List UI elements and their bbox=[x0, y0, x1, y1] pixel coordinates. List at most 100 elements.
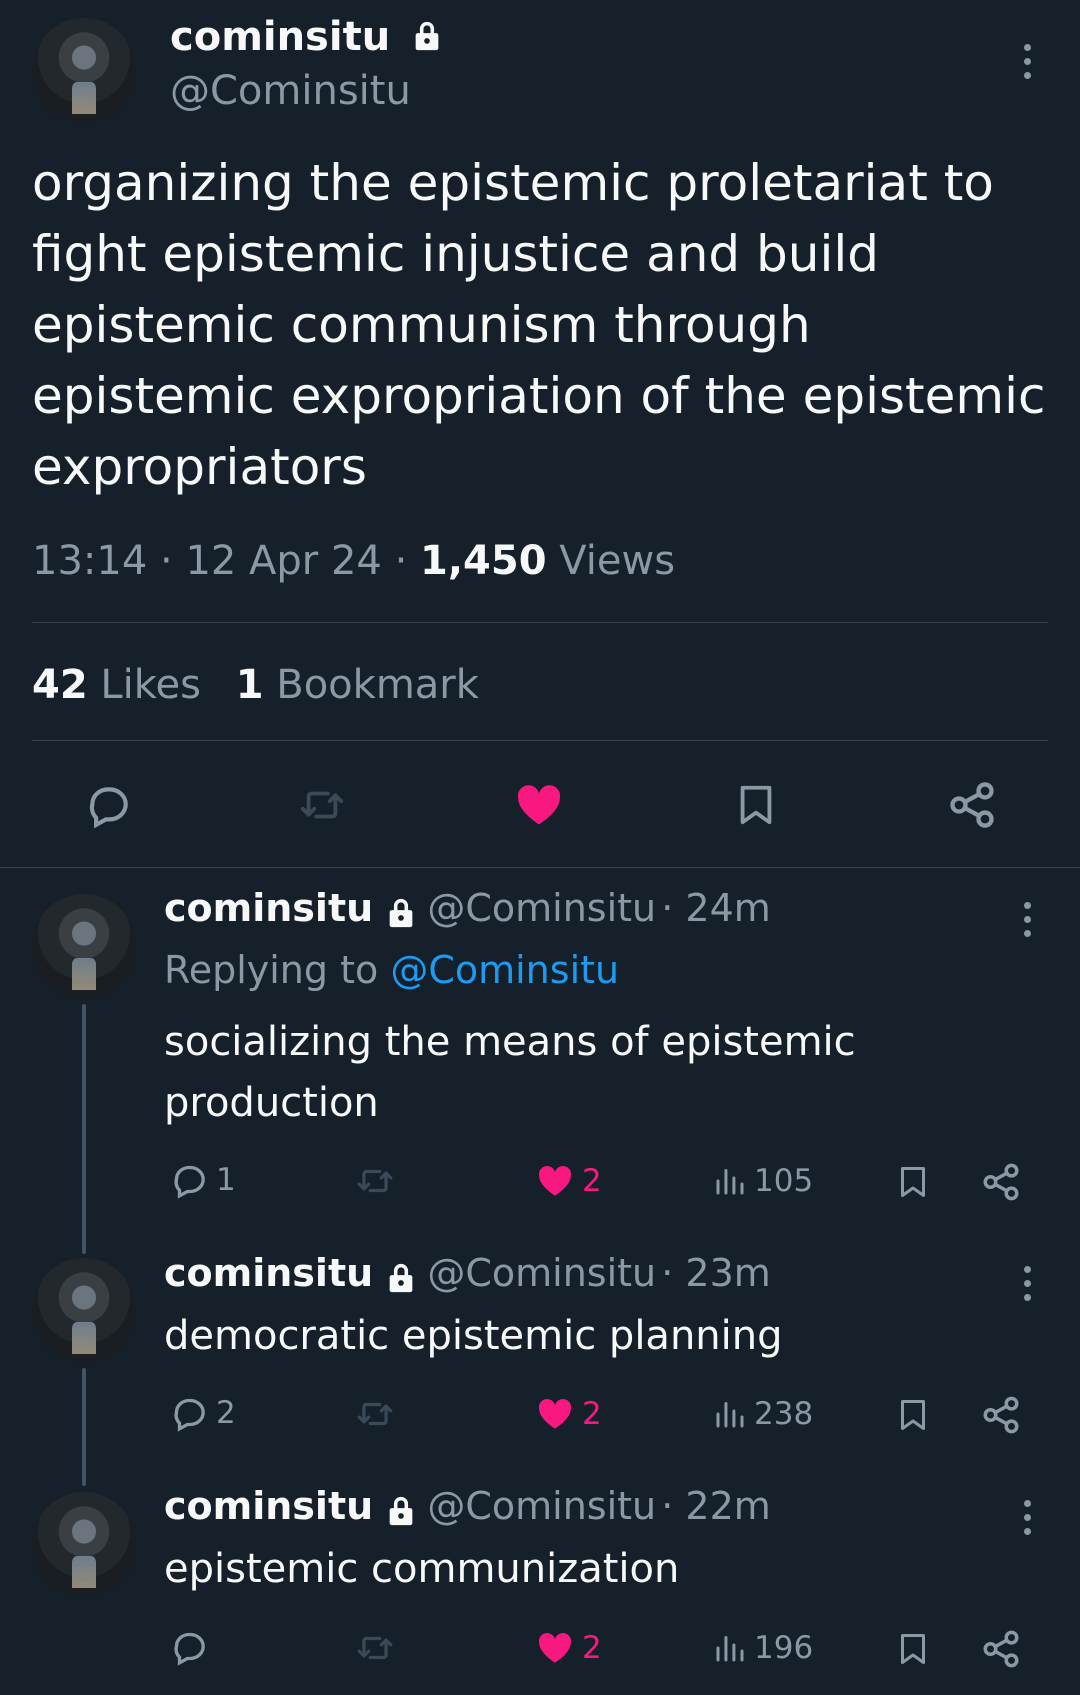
heart-icon bbox=[517, 785, 561, 825]
retweet-button[interactable] bbox=[352, 1629, 398, 1667]
author-handle[interactable]: @Cominsitu bbox=[427, 1484, 656, 1528]
reply-text: socializing the means of epistemic produ… bbox=[164, 1019, 856, 1126]
heart-icon bbox=[538, 1165, 572, 1196]
views-button[interactable]: 105 bbox=[712, 1162, 813, 1200]
replying-to-link[interactable]: @Cominsitu bbox=[390, 948, 619, 992]
bookmarks-stat[interactable]: 1 Bookmark bbox=[236, 662, 479, 708]
replying-to: Replying to @Cominsitu bbox=[164, 948, 619, 992]
views-count: 1,450 bbox=[420, 538, 547, 584]
bookmark-icon bbox=[740, 785, 772, 825]
more-icon[interactable] bbox=[1021, 44, 1033, 79]
retweet-icon bbox=[357, 1169, 393, 1193]
bookmark-button[interactable] bbox=[895, 1627, 931, 1671]
views-icon bbox=[716, 1402, 744, 1428]
lock-icon bbox=[389, 1496, 413, 1525]
like-button[interactable]: 2 bbox=[534, 1629, 602, 1667]
retweet-icon bbox=[300, 791, 344, 819]
like-count: 2 bbox=[582, 1163, 602, 1199]
tweet-meta: 13:14 · 12 Apr 24 · 1,450 Views bbox=[32, 538, 676, 584]
share-button[interactable] bbox=[980, 1394, 1022, 1436]
reply-header: cominsitu @Cominsitu · 24m bbox=[164, 886, 771, 930]
like-button[interactable] bbox=[512, 780, 566, 830]
bookmarks-count: 1 bbox=[235, 662, 264, 708]
like-count: 2 bbox=[582, 1630, 602, 1666]
avatar[interactable] bbox=[32, 894, 136, 998]
more-icon[interactable] bbox=[1021, 1266, 1033, 1301]
author-name[interactable]: cominsitu bbox=[170, 14, 444, 60]
retweet-icon bbox=[357, 1402, 393, 1426]
retweet-icon bbox=[357, 1636, 393, 1660]
bookmark-icon bbox=[901, 1167, 925, 1197]
like-button[interactable]: 2 bbox=[534, 1162, 602, 1200]
share-icon bbox=[950, 782, 994, 828]
bookmark-button[interactable] bbox=[895, 1393, 931, 1437]
share-icon bbox=[983, 1163, 1019, 1201]
more-icon[interactable] bbox=[1021, 902, 1033, 937]
avatar[interactable] bbox=[32, 18, 136, 122]
author-name[interactable]: cominsitu bbox=[164, 1484, 373, 1528]
avatar[interactable] bbox=[32, 1492, 136, 1596]
retweet-button[interactable] bbox=[352, 1162, 398, 1200]
tweet-time: 13:14 bbox=[32, 538, 148, 584]
reply-count: 1 bbox=[216, 1162, 236, 1198]
reply-count: 2 bbox=[216, 1395, 236, 1431]
more-icon[interactable] bbox=[1021, 1500, 1033, 1535]
thread-line bbox=[82, 1004, 86, 1254]
reply-button[interactable] bbox=[168, 1627, 216, 1667]
views-icon bbox=[716, 1636, 744, 1662]
tweet-date: 12 Apr 24 bbox=[185, 538, 382, 584]
reply-header: cominsitu @Cominsitu · 22m bbox=[164, 1484, 771, 1528]
heart-icon bbox=[538, 1398, 572, 1429]
like-count: 2 bbox=[582, 1396, 602, 1432]
divider bbox=[32, 740, 1048, 741]
bookmark-button[interactable] bbox=[895, 1160, 931, 1204]
share-button[interactable] bbox=[980, 1161, 1022, 1203]
tweet-text: organizing the epistemic proletariat to … bbox=[32, 154, 1046, 496]
share-button[interactable] bbox=[980, 1628, 1022, 1670]
lock-icon bbox=[389, 1263, 413, 1292]
author-handle[interactable]: @Cominsitu bbox=[427, 886, 656, 930]
reply-age: 24m bbox=[685, 886, 771, 930]
replying-label: Replying to bbox=[164, 948, 379, 992]
view-count: 196 bbox=[754, 1630, 814, 1666]
likes-stat[interactable]: 42 Likes bbox=[32, 662, 214, 708]
views-button[interactable]: 238 bbox=[712, 1395, 813, 1433]
author-name[interactable]: cominsitu bbox=[164, 1251, 373, 1295]
likes-label: Likes bbox=[100, 662, 201, 708]
reply-icon bbox=[89, 787, 128, 829]
reply-button[interactable]: 2 bbox=[168, 1393, 236, 1433]
likes-count: 42 bbox=[32, 662, 88, 708]
thread-line bbox=[82, 1368, 86, 1486]
bookmark-icon bbox=[901, 1634, 925, 1664]
author-handle[interactable]: @Cominsitu bbox=[427, 1251, 656, 1295]
divider bbox=[32, 622, 1048, 623]
reply-icon bbox=[174, 1398, 205, 1432]
reply-age: 23m bbox=[685, 1251, 771, 1295]
reply-icon bbox=[174, 1165, 205, 1199]
like-button[interactable]: 2 bbox=[534, 1395, 602, 1433]
author-handle[interactable]: @Cominsitu bbox=[170, 68, 411, 114]
reply-button[interactable] bbox=[82, 780, 134, 830]
lock-icon bbox=[389, 898, 413, 927]
reply-age: 22m bbox=[685, 1484, 771, 1528]
bookmarks-label: Bookmark bbox=[276, 662, 479, 708]
share-button[interactable] bbox=[946, 779, 998, 831]
author-name-text: cominsitu bbox=[170, 14, 391, 60]
retweet-button[interactable] bbox=[294, 782, 350, 828]
view-count: 238 bbox=[754, 1396, 814, 1432]
divider bbox=[0, 867, 1080, 868]
reply-text: epistemic communization bbox=[164, 1546, 680, 1592]
view-count: 105 bbox=[754, 1163, 814, 1199]
bookmark-icon bbox=[901, 1400, 925, 1430]
author-name[interactable]: cominsitu bbox=[164, 886, 373, 930]
lock-icon bbox=[415, 21, 439, 51]
avatar[interactable] bbox=[32, 1258, 136, 1362]
views-label: Views bbox=[559, 538, 676, 584]
retweet-button[interactable] bbox=[352, 1395, 398, 1433]
share-icon bbox=[983, 1630, 1019, 1668]
views-button[interactable]: 196 bbox=[712, 1629, 813, 1667]
bookmark-button[interactable] bbox=[733, 778, 779, 832]
reply-button[interactable]: 1 bbox=[168, 1160, 236, 1200]
reply-text: democratic epistemic planning bbox=[164, 1313, 783, 1359]
share-icon bbox=[983, 1396, 1019, 1434]
